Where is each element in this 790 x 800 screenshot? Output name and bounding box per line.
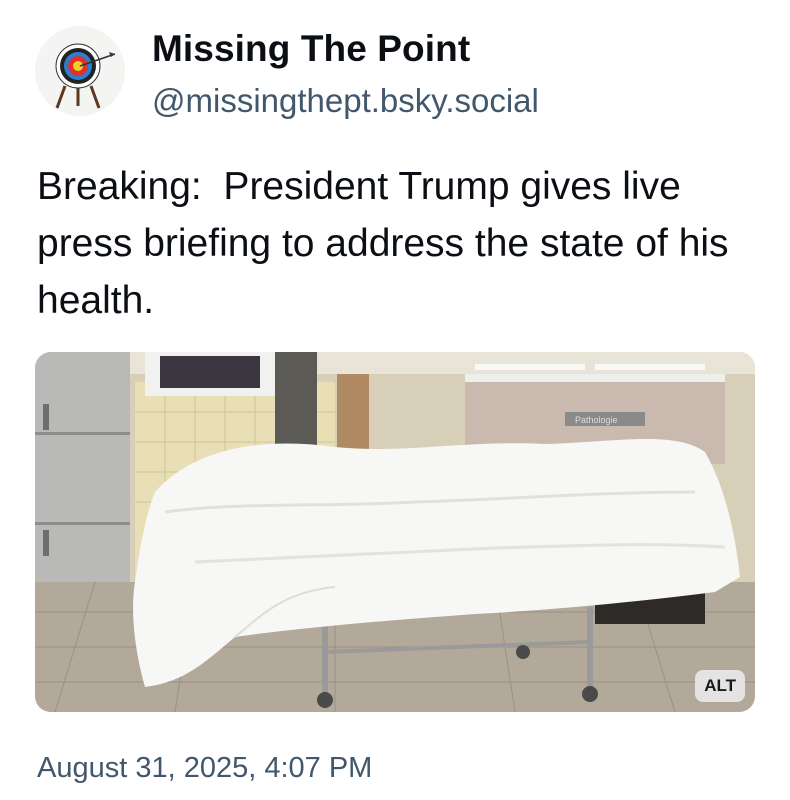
user-handle[interactable]: @missingthept.bsky.social bbox=[152, 82, 539, 120]
alt-text-button[interactable]: ALT bbox=[695, 670, 745, 702]
display-name[interactable]: Missing The Point bbox=[152, 28, 470, 70]
post-image[interactable]: Pathologie ALT bbox=[35, 352, 755, 712]
archery-target-icon bbox=[35, 26, 125, 116]
avatar[interactable] bbox=[35, 26, 125, 116]
gurney-photo: Pathologie bbox=[35, 352, 755, 712]
post-card: Missing The Point @missingthept.bsky.soc… bbox=[0, 0, 790, 800]
post-text: Breaking: President Trump gives live pre… bbox=[37, 165, 740, 322]
sign-text: Pathologie bbox=[575, 415, 618, 425]
post-timestamp[interactable]: August 31, 2025, 4:07 PM bbox=[37, 752, 372, 785]
